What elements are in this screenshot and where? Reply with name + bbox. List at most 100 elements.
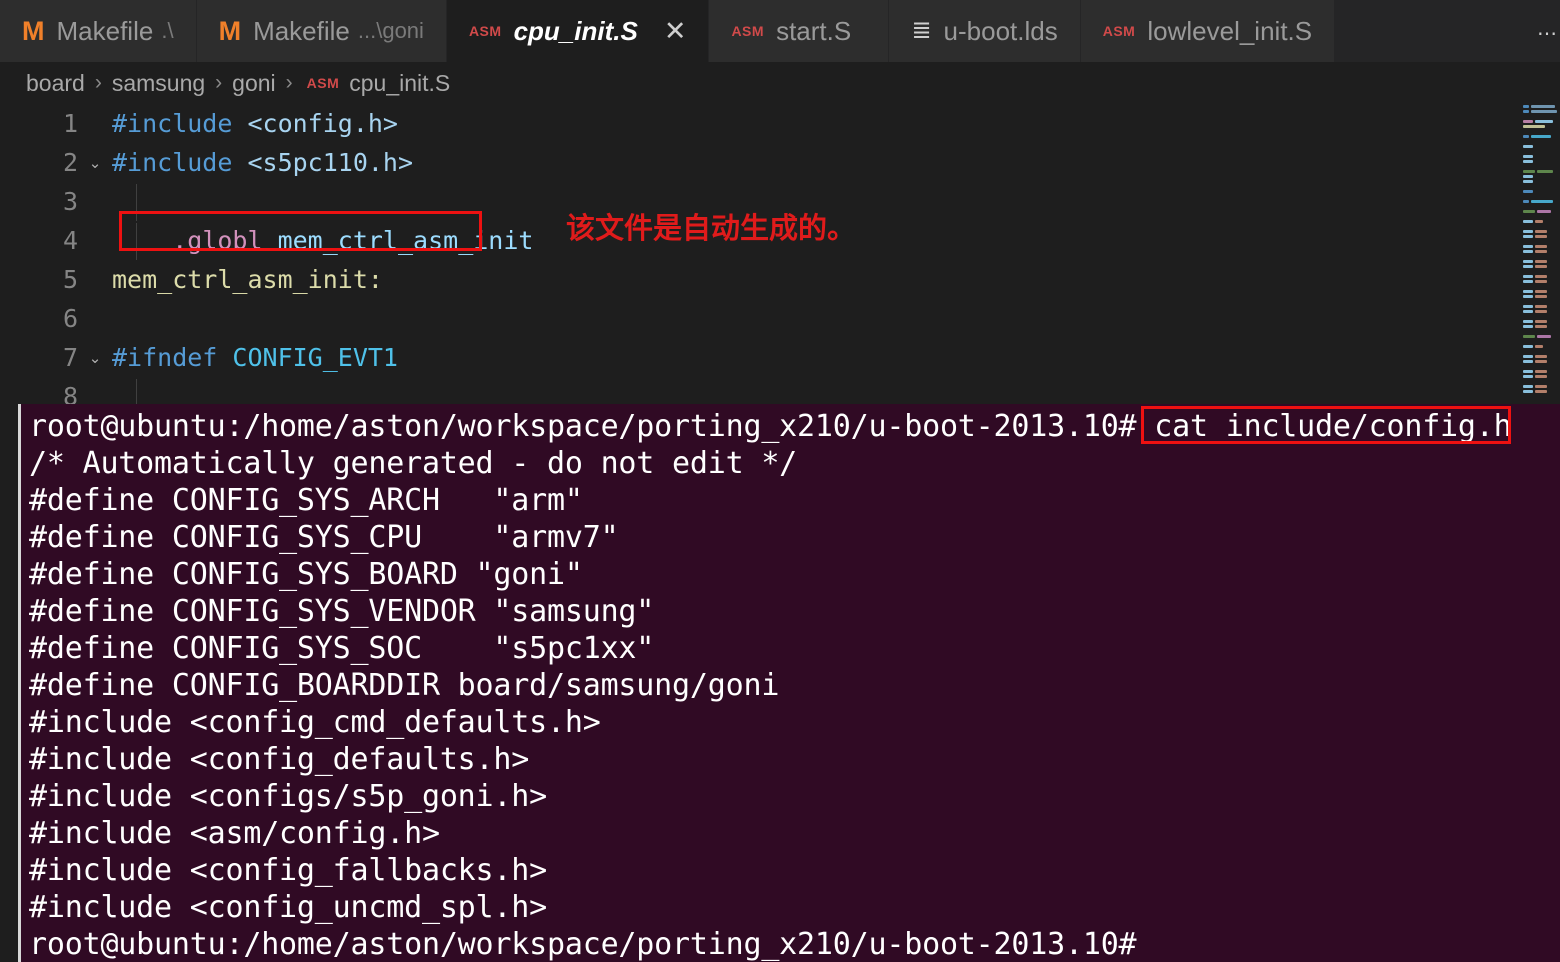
minimap-token: [1523, 260, 1533, 263]
minimap-token: [1535, 245, 1547, 248]
minimap-token: [1523, 355, 1533, 358]
minimap-token: [1535, 290, 1547, 293]
code-line[interactable]: 1 #include <config.h>: [0, 104, 1560, 143]
breadcrumb-item-board[interactable]: board: [26, 70, 85, 97]
chevron-down-icon[interactable]: ⌄: [78, 154, 112, 172]
tab-sublabel: ...\goni: [357, 18, 424, 43]
minimap-token: [1523, 160, 1533, 163]
line-number: 5: [62, 265, 78, 294]
line-number: 1: [62, 109, 78, 138]
code-token: #include: [112, 148, 248, 177]
minimap-token: [1523, 345, 1533, 348]
minimap-token: [1535, 360, 1547, 363]
code-token: mem_ctrl_asm_init: [277, 226, 534, 255]
minimap-row: [1520, 389, 1560, 394]
tabs-container: M Makefile .\ M Makefile ...\goni ASM cpu_init.…: [0, 0, 1336, 62]
minimap-token: [1535, 375, 1547, 378]
terminal-line: #define CONFIG_SYS_CPU "armv7": [29, 520, 619, 555]
minimap-token: [1523, 245, 1533, 248]
code-text: #include <config.h>: [112, 109, 398, 138]
indent-guide: [136, 379, 137, 404]
asm-file-icon: ASM: [1102, 23, 1136, 39]
minimap-token: [1523, 375, 1533, 378]
minimap-token: [1523, 110, 1529, 113]
line-number: 4: [62, 226, 78, 255]
minimap-token: [1535, 390, 1547, 393]
tab-makefile[interactable]: M Makefile ...\goni: [196, 0, 447, 62]
code-line[interactable]: 7 ⌄ #ifndef CONFIG_EVT1: [0, 338, 1560, 377]
code-line[interactable]: 8: [0, 377, 1560, 404]
code-text: .globl mem_ctrl_asm_init: [112, 226, 533, 255]
minimap-token: [1523, 155, 1533, 158]
breadcrumb-item-cpu-init-s[interactable]: cpu_init.S: [349, 70, 450, 97]
terminal-line: #define CONFIG_SYS_BOARD "goni": [29, 557, 583, 592]
minimap-token: [1531, 110, 1557, 113]
more-actions-icon[interactable]: ⋯: [1537, 24, 1558, 44]
code-line[interactable]: 5 mem_ctrl_asm_init:: [0, 260, 1560, 299]
code-lines-container[interactable]: 1 #include <config.h> 2 ⌄ #include <s5pc110.…: [0, 104, 1560, 404]
minimap-token: [1523, 175, 1533, 178]
minimap-token: [1535, 345, 1543, 348]
terminal-output: root@ubuntu:/home/aston/workspace/portin…: [29, 408, 1560, 962]
asm-file-icon: ASM: [468, 23, 502, 39]
minimap-token: [1523, 170, 1535, 173]
minimap-token: [1523, 295, 1533, 298]
tab-sublabel: .\: [161, 18, 174, 43]
code-line[interactable]: 2 ⌄ #include <s5pc110.h>: [0, 143, 1560, 182]
markdown-m-icon: M: [22, 15, 45, 46]
code-text: mem_ctrl_asm_init:: [112, 265, 383, 294]
code-token: <config.h>: [247, 109, 398, 138]
minimap-token: [1535, 235, 1547, 238]
tab-label: Makefile: [56, 16, 154, 46]
breadcrumb-item-samsung[interactable]: samsung: [112, 70, 205, 97]
markdown-m-icon: M: [218, 15, 242, 46]
tab-label: start.S: [776, 16, 852, 46]
minimap-token: [1523, 210, 1535, 213]
minimap-token: [1523, 265, 1533, 268]
minimap-token: [1535, 280, 1547, 283]
minimap-token: [1523, 320, 1533, 323]
minimap-token: [1535, 275, 1547, 278]
chevron-down-icon[interactable]: ⌄: [78, 349, 112, 367]
tab-label: Makefile: [253, 16, 350, 46]
minimap-token: [1523, 290, 1533, 293]
minimap-token: [1535, 230, 1547, 233]
minimap-token: [1535, 355, 1547, 358]
minimap[interactable]: [1520, 104, 1560, 404]
tab-cpu-init-s[interactable]: ASM cpu_init.S ✕: [446, 0, 710, 62]
terminal-line: #include <asm/config.h>: [29, 816, 440, 851]
linker-script-icon: ≣: [911, 17, 932, 44]
breadcrumb-separator: ›: [215, 71, 223, 94]
minimap-token: [1535, 120, 1553, 123]
minimap-token: [1523, 280, 1533, 283]
terminal-left-gutter: [0, 404, 18, 962]
code-token: #ifndef: [112, 343, 233, 372]
minimap-token: [1531, 105, 1555, 108]
code-token: <s5pc110.h>: [247, 148, 414, 177]
asm-file-icon: ASM: [306, 75, 340, 91]
tab-start-s[interactable]: ASM start.S: [709, 0, 890, 62]
minimap-token: [1523, 360, 1533, 363]
terminal-line: #include <config_cmd_defaults.h>: [29, 705, 601, 740]
minimap-token: [1535, 385, 1547, 388]
tab-u-boot-lds[interactable]: ≣ u-boot.lds: [889, 0, 1081, 62]
breadcrumb-item-goni[interactable]: goni: [232, 70, 275, 97]
terminal-line: root@ubuntu:/home/aston/workspace/portin…: [29, 409, 1512, 444]
minimap-token: [1523, 145, 1533, 148]
minimap-token: [1535, 310, 1547, 313]
minimap-token: [1535, 220, 1543, 223]
close-icon[interactable]: ✕: [664, 17, 687, 45]
tab-label: u-boot.lds: [943, 16, 1058, 46]
minimap-token: [1523, 200, 1529, 203]
code-token: #include: [112, 109, 248, 138]
code-line[interactable]: 6: [0, 299, 1560, 338]
tab-label: cpu_init.S: [513, 16, 638, 46]
editor-tab-bar: M Makefile .\ M Makefile ...\goni ASM cpu_init.…: [0, 0, 1560, 62]
line-number: 2: [62, 148, 78, 177]
terminal-panel[interactable]: root@ubuntu:/home/aston/workspace/portin…: [18, 404, 1560, 962]
code-editor[interactable]: 1 #include <config.h> 2 ⌄ #include <s5pc110.…: [0, 104, 1560, 404]
breadcrumb: board › samsung › goni › ASM cpu_init.S: [0, 62, 1560, 104]
tab-lowlevel-init-s[interactable]: ASM lowlevel_init.S: [1080, 0, 1336, 62]
tab-makefile[interactable]: M Makefile .\: [0, 0, 197, 62]
